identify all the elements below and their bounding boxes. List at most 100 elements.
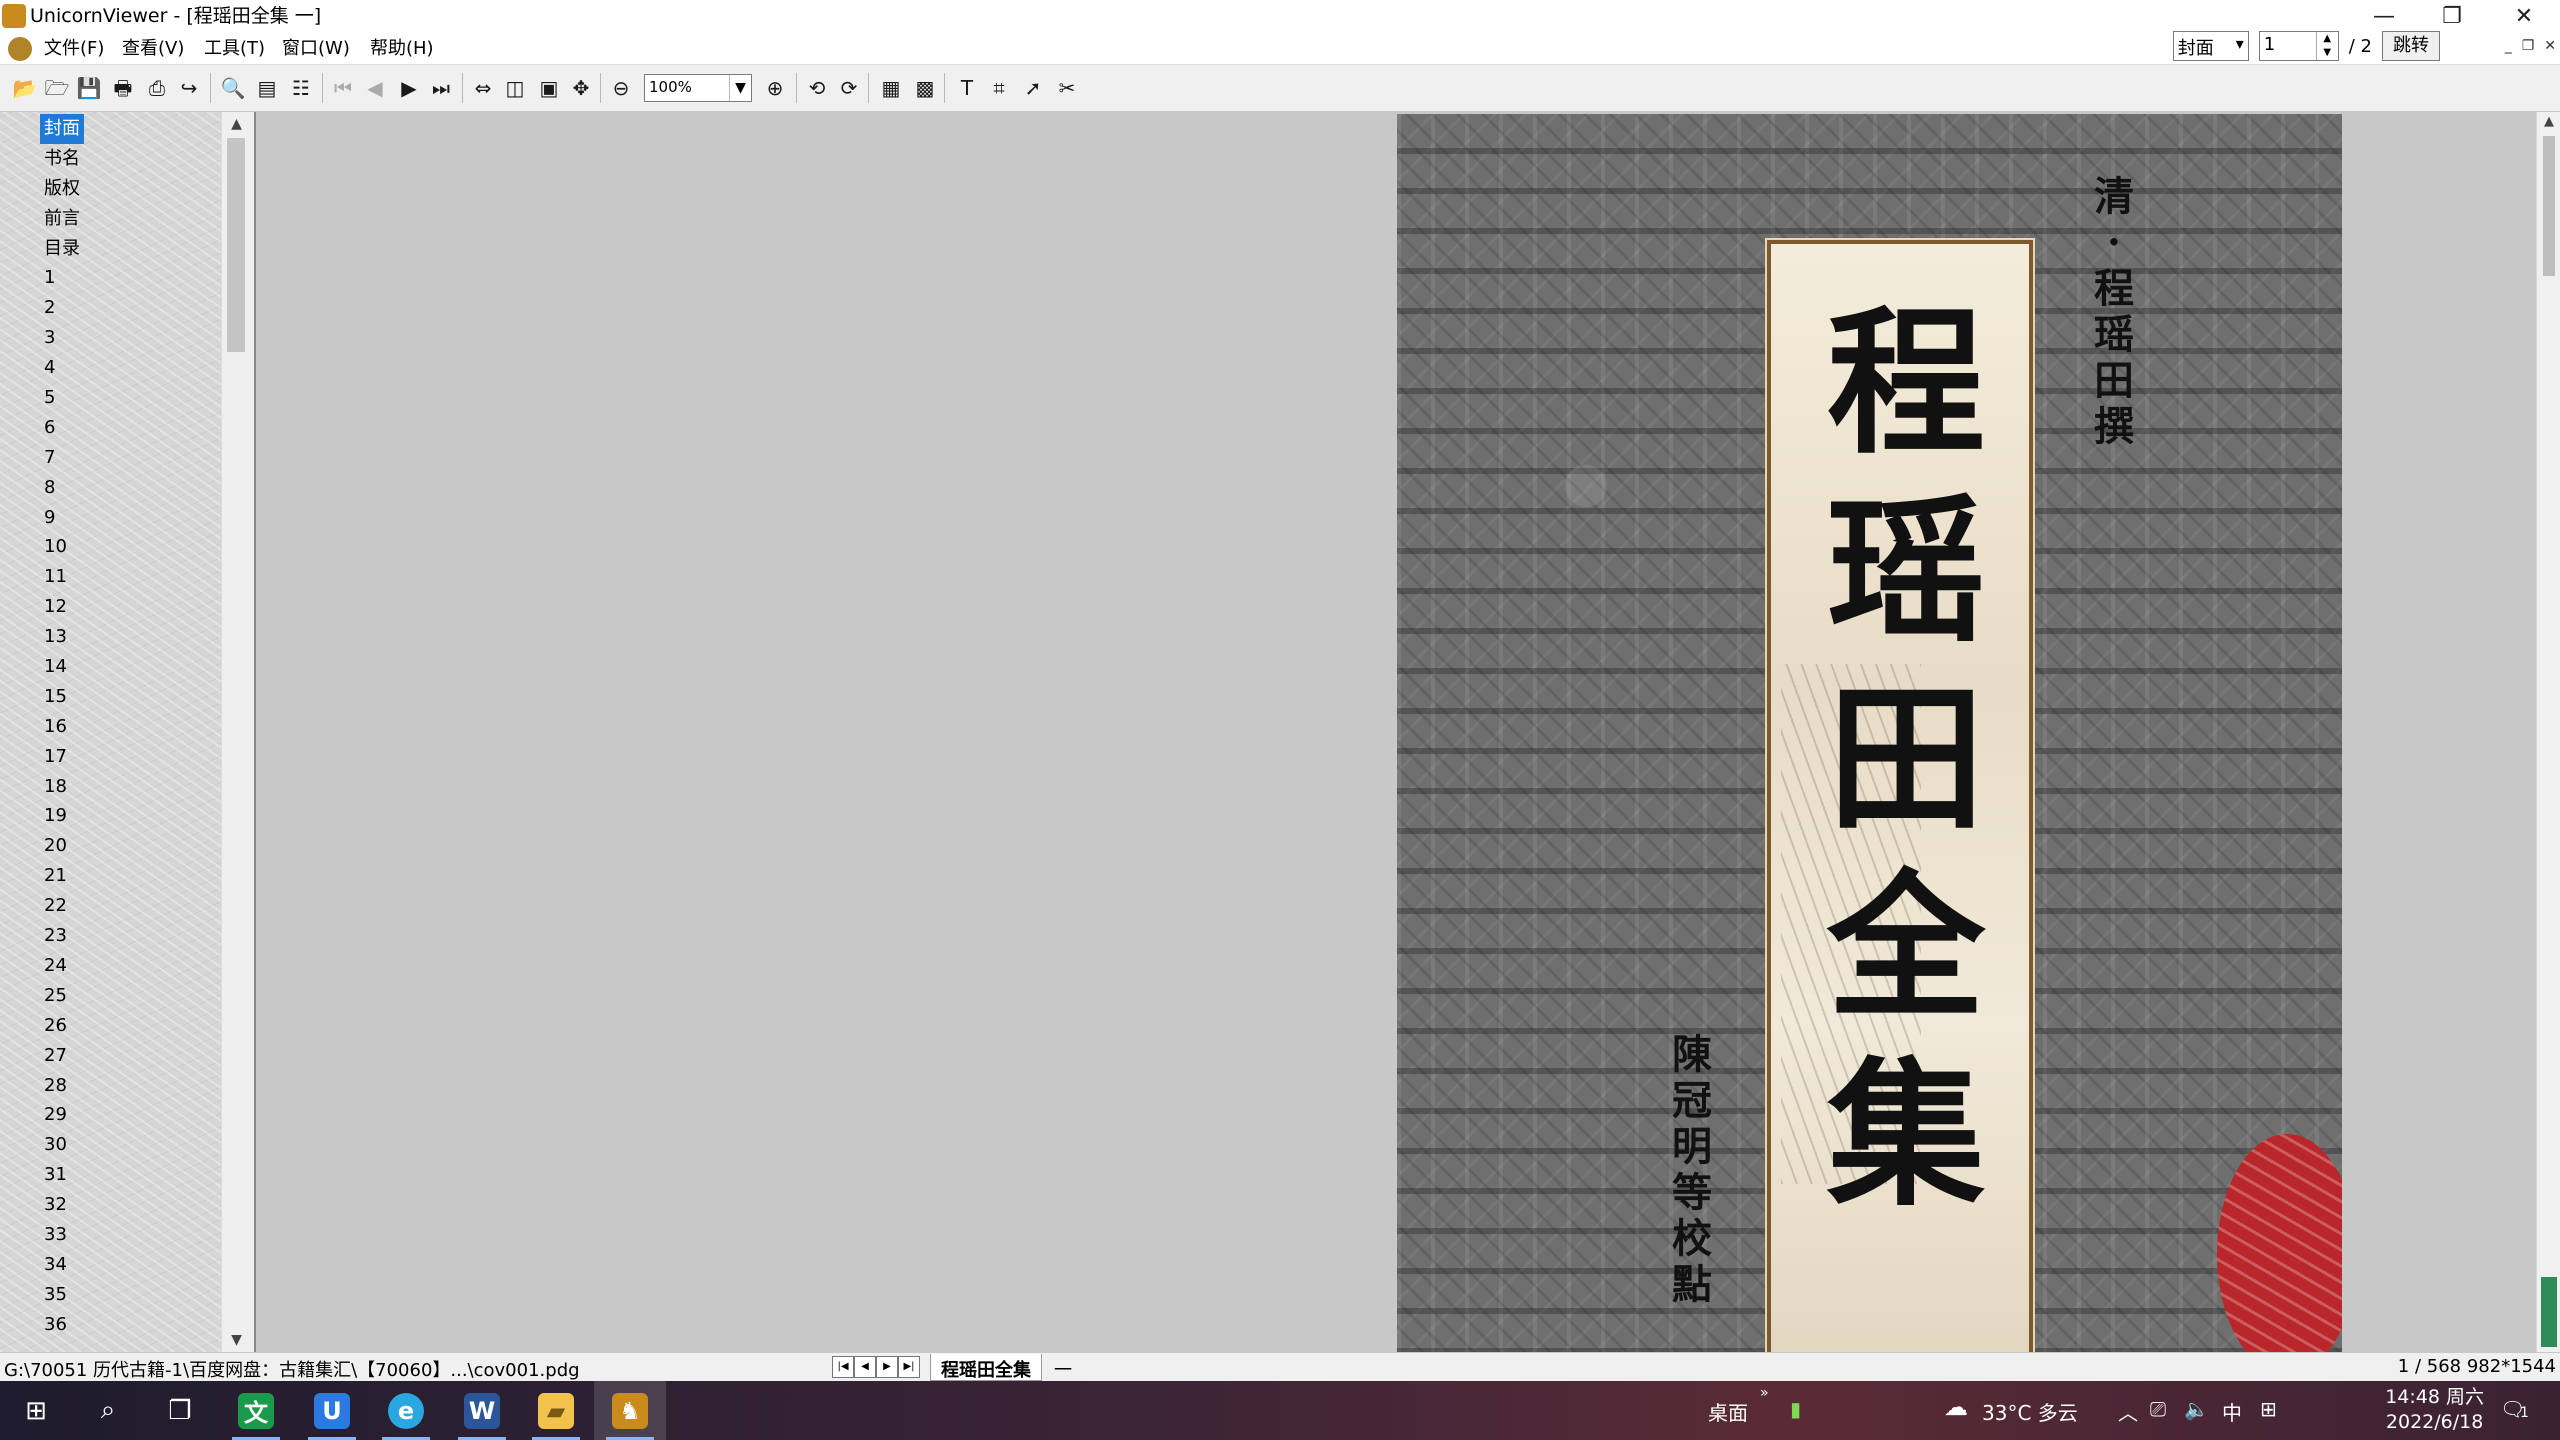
close-button[interactable]: ✕ — [2496, 0, 2552, 33]
next-page-icon[interactable]: ▶ — [394, 73, 424, 103]
sidebar-page-item[interactable]: 2 — [40, 293, 84, 323]
zoom-select[interactable]: 100% ▼ — [644, 74, 752, 102]
search-button[interactable]: ⌕ — [72, 1381, 144, 1440]
document-icon[interactable] — [8, 37, 32, 61]
sidebar-page-item[interactable]: 31 — [40, 1160, 84, 1190]
sidebar-page-item[interactable]: 封面 — [40, 114, 84, 144]
viewer-scroll-thumb[interactable] — [2543, 136, 2555, 276]
sidebar-page-item[interactable]: 11 — [40, 562, 84, 592]
sidebar-page-item[interactable]: 16 — [40, 712, 84, 742]
open-icon[interactable]: 🗁 — [42, 73, 72, 103]
forward-icon[interactable]: ↪ — [174, 73, 204, 103]
sidebar-page-item[interactable]: 版权 — [40, 174, 84, 204]
sidebar-page-item[interactable]: 14 — [40, 652, 84, 682]
mdi-close-button[interactable]: ✕ — [2544, 38, 2556, 54]
crop-icon[interactable]: ⌗ — [984, 73, 1014, 103]
chevron-up-icon[interactable]: » — [1760, 1385, 1769, 1401]
scroll-up-icon[interactable]: ▲ — [2537, 114, 2560, 134]
page-number-input[interactable]: 1 ▲ ▼ — [2258, 31, 2339, 61]
sidebar-page-item[interactable]: 1 — [40, 263, 84, 293]
sidebar-page-item[interactable]: 20 — [40, 831, 84, 861]
sidebar-page-item[interactable]: 12 — [40, 592, 84, 622]
task-view-button[interactable]: ❐ — [144, 1381, 216, 1440]
taskbar-unicornviewer[interactable]: ♞ — [594, 1381, 666, 1440]
ime-mode-icon[interactable]: ⊞ — [2260, 1397, 2277, 1421]
sidebar-page-item[interactable]: 23 — [40, 921, 84, 951]
sidebar-page-item[interactable]: 24 — [40, 951, 84, 981]
sidebar-page-item[interactable]: 目录 — [40, 234, 84, 264]
sidebar-page-item[interactable]: 30 — [40, 1130, 84, 1160]
sidebar-page-item[interactable]: 26 — [40, 1011, 84, 1041]
taskbar-wen-app[interactable]: 文 — [220, 1381, 292, 1440]
fit-width-icon[interactable]: ⇔ — [468, 73, 498, 103]
zoom-in-icon[interactable]: ⊕ — [760, 73, 790, 103]
sidebar-page-item[interactable]: 29 — [40, 1100, 84, 1130]
open-folder-icon[interactable]: 📂 — [10, 73, 40, 103]
tab-first-icon[interactable]: |◀ — [832, 1356, 854, 1378]
zoom-search-icon[interactable]: 🔍 — [218, 73, 248, 103]
taskbar-word[interactable]: W — [446, 1381, 518, 1440]
last-page-icon[interactable]: ⏭ — [426, 73, 456, 103]
mdi-restore-button[interactable]: ❐ — [2522, 38, 2535, 54]
first-page-icon[interactable]: ⏮ — [328, 73, 358, 103]
previous-page-icon[interactable]: ◀ — [360, 73, 390, 103]
pan-icon[interactable]: ✥ — [566, 73, 596, 103]
unicorn-app-icon[interactable] — [2, 4, 26, 28]
sidebar-page-item[interactable]: 13 — [40, 622, 84, 652]
two-page-icon[interactable]: ◫ — [500, 73, 530, 103]
sidebar-scrollbar[interactable]: ▲ ▼ — [221, 112, 250, 1352]
battery-icon[interactable]: ▮ — [1790, 1397, 1801, 1421]
sidebar-page-item[interactable]: 4 — [40, 353, 84, 383]
sidebar-page-item[interactable]: 18 — [40, 772, 84, 802]
select-tool-icon[interactable]: ➚ — [1018, 73, 1048, 103]
bookmark-list-icon[interactable]: ☷ — [286, 73, 316, 103]
sidebar-page-item[interactable]: 32 — [40, 1190, 84, 1220]
sidebar-page-item[interactable]: 19 — [40, 801, 84, 831]
page-section-select[interactable]: 封面 — [2172, 31, 2249, 61]
sidebar-page-item[interactable]: 10 — [40, 532, 84, 562]
menu-window[interactable]: 窗口(W) — [282, 38, 350, 60]
show-hidden-icons-icon[interactable]: ︿ — [2118, 1397, 2138, 1426]
rotate-right-icon[interactable]: ⟳ — [834, 73, 864, 103]
sidebar-scroll-thumb[interactable] — [227, 138, 245, 352]
clock[interactable]: 14:48 周六 2022/6/18 — [2385, 1385, 2484, 1435]
ime-indicator[interactable]: 中 — [2222, 1397, 2242, 1426]
sidebar-page-item[interactable]: 27 — [40, 1041, 84, 1071]
document-viewer[interactable]: 清·程瑶田 撰 程 瑶 田 全 集 壹 陳冠明等 校點 — [254, 112, 2536, 1354]
sidebar-page-item[interactable]: 3 — [40, 323, 84, 353]
image-export-icon[interactable]: ▩ — [910, 73, 940, 103]
minimize-button[interactable]: — — [2356, 0, 2412, 33]
sidebar-page-item[interactable]: 33 — [40, 1220, 84, 1250]
weather-text[interactable]: 33°C 多云 — [1982, 1397, 2078, 1426]
taskbar-blue-app[interactable]: U — [296, 1381, 368, 1440]
document-tab-volume[interactable]: 一 — [1054, 1356, 1072, 1382]
sidebar-page-item[interactable]: 6 — [40, 413, 84, 443]
sidebar-page-item[interactable]: 28 — [40, 1071, 84, 1101]
tab-next-icon[interactable]: ▶ — [876, 1356, 898, 1378]
sidebar-page-item[interactable]: 书名 — [40, 144, 84, 174]
rotate-left-icon[interactable]: ⟲ — [802, 73, 832, 103]
sidebar-page-item[interactable]: 25 — [40, 981, 84, 1011]
restore-button[interactable]: ❐ — [2424, 0, 2480, 33]
settings-tools-icon[interactable]: ✂ — [1052, 73, 1082, 103]
tab-prev-icon[interactable]: ◀ — [854, 1356, 876, 1378]
save-icon[interactable]: 💾 — [74, 73, 104, 103]
sidebar-page-item[interactable]: 34 — [40, 1250, 84, 1280]
taskbar-browser[interactable]: e — [370, 1381, 442, 1440]
export-icon[interactable]: ⎙ — [142, 73, 172, 103]
chevron-down-icon[interactable]: ▼ — [729, 75, 751, 101]
viewer-scrollbar[interactable]: ▲ — [2536, 112, 2560, 1352]
sidebar-page-item[interactable]: 5 — [40, 383, 84, 413]
menu-help[interactable]: 帮助(H) — [370, 38, 434, 60]
toc-icon[interactable]: ▤ — [252, 73, 282, 103]
sidebar-page-item[interactable]: 15 — [40, 682, 84, 712]
mdi-minimize-button[interactable]: _ — [2505, 38, 2512, 54]
taskbar-explorer[interactable]: ▰ — [520, 1381, 592, 1440]
document-tab[interactable]: 程瑶田全集 — [930, 1354, 1042, 1381]
menu-file[interactable]: 文件(F) — [44, 38, 104, 60]
fit-page-icon[interactable]: ▣ — [534, 73, 564, 103]
text-select-icon[interactable]: T — [952, 73, 982, 103]
sidebar-page-item[interactable]: 9 — [40, 503, 84, 533]
sidebar-page-item[interactable]: 8 — [40, 473, 84, 503]
page-spinner-icon[interactable]: ▲ ▼ — [2315, 32, 2338, 60]
